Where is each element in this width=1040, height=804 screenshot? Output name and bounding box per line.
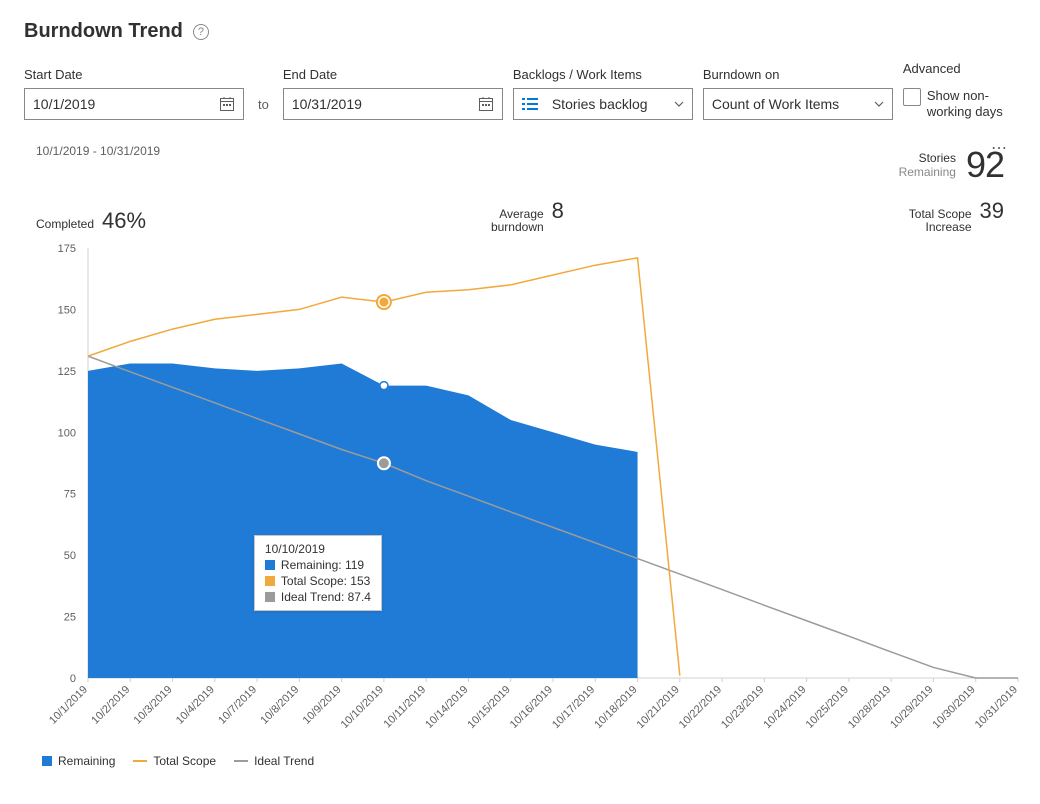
svg-text:10/16/2019: 10/16/2019 [508, 684, 555, 731]
svg-text:10/2/2019: 10/2/2019 [89, 684, 132, 727]
svg-text:75: 75 [64, 489, 76, 501]
to-label: to [254, 97, 273, 120]
page-title: Burndown Trend [24, 20, 183, 43]
burndown-on-select[interactable]: Count of Work Items [703, 88, 893, 120]
chart-legend: Remaining Total Scope Ideal Trend [28, 748, 1012, 768]
more-menu-icon[interactable]: ⋯ [991, 138, 1008, 158]
burndown-on-group: Burndown on Count of Work Items [703, 67, 893, 120]
show-nonworking-row: Show non-working days [903, 82, 1007, 120]
end-date-label: End Date [283, 67, 503, 82]
help-icon[interactable]: ? [193, 24, 209, 40]
svg-text:10/1/2019: 10/1/2019 [47, 684, 90, 727]
start-date-label: Start Date [24, 67, 244, 82]
stories-metric: Stories Remaining 92 [899, 144, 1004, 186]
svg-text:0: 0 [70, 673, 76, 685]
backlogs-label: Backlogs / Work Items [513, 67, 693, 82]
svg-text:10/24/2019: 10/24/2019 [761, 684, 808, 731]
svg-text:10/29/2019: 10/29/2019 [888, 684, 935, 731]
page-header: Burndown Trend ? [24, 20, 1016, 43]
svg-text:10/10/2019: 10/10/2019 [339, 684, 386, 731]
svg-text:10/25/2019: 10/25/2019 [804, 684, 851, 731]
backlogs-group: Backlogs / Work Items Stories backlog [513, 67, 693, 120]
advanced-label: Advanced [903, 61, 961, 76]
svg-text:10/15/2019: 10/15/2019 [465, 684, 512, 731]
svg-text:10/23/2019: 10/23/2019 [719, 684, 766, 731]
svg-text:10/21/2019: 10/21/2019 [635, 684, 682, 731]
backlogs-select[interactable]: Stories backlog [513, 88, 693, 120]
chevron-down-icon [874, 99, 884, 109]
controls-row: Start Date 10/1/2019 to End Date 10/31/2… [24, 61, 1016, 120]
svg-text:100: 100 [58, 427, 76, 439]
start-date-group: Start Date 10/1/2019 [24, 67, 244, 120]
stories-icon [522, 98, 538, 110]
svg-text:10/17/2019: 10/17/2019 [550, 684, 597, 731]
end-date-group: End Date 10/31/2019 [283, 67, 503, 120]
svg-text:50: 50 [64, 550, 76, 562]
show-nonworking-label: Show non-working days [927, 88, 1007, 120]
end-date-input[interactable]: 10/31/2019 [283, 88, 503, 120]
svg-text:125: 125 [58, 366, 76, 378]
chevron-down-icon [674, 99, 684, 109]
svg-text:150: 150 [58, 304, 76, 316]
calendar-icon [478, 96, 494, 112]
chart-area: 025507510012515017510/1/201910/2/201910/… [28, 238, 1012, 748]
legend-total-scope[interactable]: Total Scope [133, 754, 216, 768]
start-date-input[interactable]: 10/1/2019 [24, 88, 244, 120]
svg-text:10/4/2019: 10/4/2019 [174, 684, 217, 727]
svg-text:25: 25 [64, 612, 76, 624]
calendar-icon [219, 96, 235, 112]
svg-text:10/14/2019: 10/14/2019 [423, 684, 470, 731]
svg-text:175: 175 [58, 243, 76, 255]
date-range: 10/1/2019 - 10/31/2019 [36, 144, 160, 158]
svg-text:10/7/2019: 10/7/2019 [216, 684, 259, 727]
total-scope-stat: Total Scope Increase 39 [909, 198, 1004, 234]
burndown-chart[interactable]: 025507510012515017510/1/201910/2/201910/… [28, 238, 1028, 748]
svg-text:10/11/2019: 10/11/2019 [381, 684, 428, 731]
legend-ideal-trend[interactable]: Ideal Trend [234, 754, 314, 768]
completed-stat: Completed 46% [36, 208, 146, 234]
svg-text:10/22/2019: 10/22/2019 [677, 684, 724, 731]
chart-card: ⋯ 10/1/2019 - 10/31/2019 Stories Remaini… [24, 132, 1016, 784]
avg-burndown-stat: Average burndown 8 [491, 198, 564, 234]
svg-text:10/31/2019: 10/31/2019 [973, 684, 1020, 731]
advanced-group: Advanced Show non-working days [903, 61, 1007, 120]
svg-text:10/30/2019: 10/30/2019 [930, 684, 977, 731]
svg-text:10/18/2019: 10/18/2019 [592, 684, 639, 731]
svg-text:10/9/2019: 10/9/2019 [301, 684, 344, 727]
svg-text:10/3/2019: 10/3/2019 [132, 684, 175, 727]
legend-remaining[interactable]: Remaining [42, 754, 115, 768]
burndown-on-label: Burndown on [703, 67, 893, 82]
svg-text:10/28/2019: 10/28/2019 [846, 684, 893, 731]
svg-text:10/8/2019: 10/8/2019 [258, 684, 301, 727]
show-nonworking-checkbox[interactable] [903, 88, 921, 106]
